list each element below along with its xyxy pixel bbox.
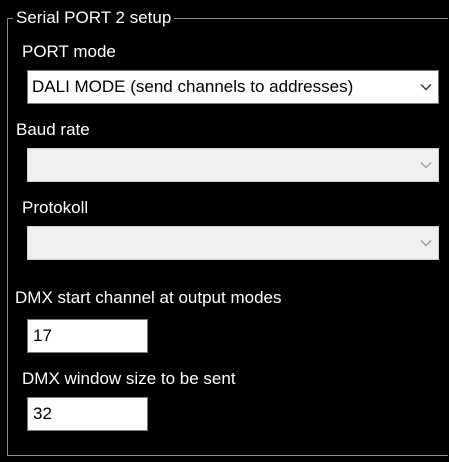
baud-rate-dropdown[interactable] xyxy=(27,148,439,182)
dmx-window-size-label: DMX window size to be sent xyxy=(22,369,236,388)
chevron-down-icon[interactable] xyxy=(414,227,438,259)
baud-rate-label: Baud rate xyxy=(16,120,90,139)
dmx-start-channel-value: 17 xyxy=(33,326,52,345)
dmx-window-size-value: 32 xyxy=(33,404,52,423)
port-mode-label: PORT mode xyxy=(22,42,116,61)
port-mode-dropdown[interactable]: DALI MODE (send channels to addresses) xyxy=(27,70,439,104)
port-mode-value: DALI MODE (send channels to addresses) xyxy=(32,77,354,96)
protokoll-label: Protokoll xyxy=(22,198,89,217)
chevron-down-icon[interactable] xyxy=(414,71,438,103)
protokoll-dropdown[interactable] xyxy=(27,226,439,260)
dmx-start-channel-input[interactable]: 17 xyxy=(27,319,148,353)
group-title: Serial PORT 2 setup xyxy=(13,9,175,27)
dmx-window-size-input[interactable]: 32 xyxy=(27,397,148,431)
dmx-start-channel-label: DMX start channel at output modes xyxy=(15,288,282,307)
chevron-down-icon[interactable] xyxy=(414,149,438,181)
